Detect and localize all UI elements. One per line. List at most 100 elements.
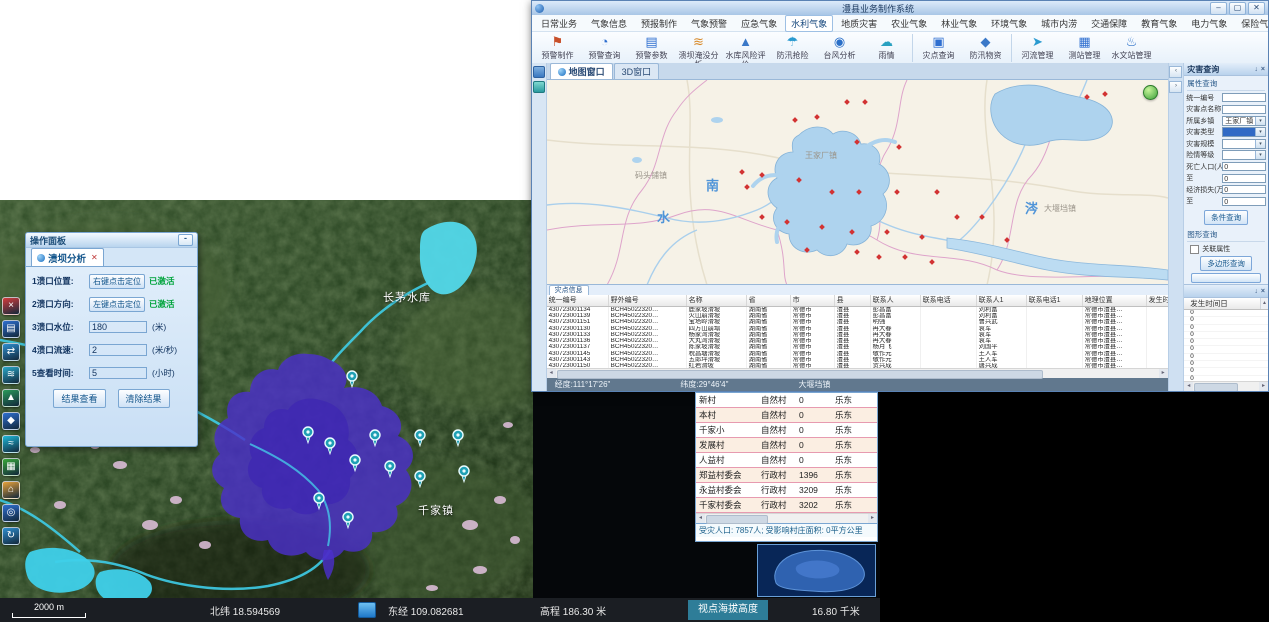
query-dropdown[interactable]: ▾ [1222, 127, 1266, 137]
query-dropdown[interactable]: ▾ [1222, 139, 1266, 149]
village-row[interactable]: 千家村委会行政村3202乐东 [696, 498, 877, 513]
menu-item-14[interactable]: 电力气象 [1185, 15, 1233, 32]
menu-item-2[interactable]: 气象信息 [585, 15, 633, 32]
toolbar-item-12[interactable]: ▦测站管理 [1061, 33, 1108, 60]
toolbar-item-11[interactable]: ➤河流管理 [1014, 33, 1061, 60]
table-tab[interactable]: 灾点信息 [547, 285, 1168, 295]
time-row[interactable]: 0 [1184, 317, 1268, 324]
village-row[interactable]: 发展村自然村0乐东 [696, 438, 877, 453]
time-row[interactable]: 0 [1184, 361, 1268, 368]
table-col-header[interactable]: 联系人 [871, 295, 921, 306]
chevron-down-icon[interactable]: ▾ [1255, 151, 1265, 159]
village-row[interactable]: 千家小自然村0乐东 [696, 423, 877, 438]
menu-item-11[interactable]: 城市内涝 [1035, 15, 1083, 32]
assoc-attr-checkbox-row[interactable]: 关联属性 [1190, 244, 1262, 254]
menu-item-15[interactable]: 保险气象 [1235, 15, 1269, 32]
terrain-icon[interactable]: ▲ [2, 389, 20, 407]
table-col-header[interactable]: 联系电话1 [1027, 295, 1083, 306]
village-row[interactable]: 郑益村委会行政村1396乐东 [696, 468, 877, 483]
dock-splitter[interactable]: ‹ › [1168, 63, 1185, 391]
pin-icon[interactable]: ↓ [1254, 66, 1258, 73]
grid-icon[interactable]: ▦ [2, 458, 20, 476]
village-row[interactable]: 新村自然村0乐东 [696, 393, 877, 408]
polygon-query-button[interactable]: 多边形查询 [1200, 256, 1252, 271]
toolbar-item-1[interactable]: ⚑预警制作 [534, 33, 581, 60]
time-hscrollbar[interactable]: ◂ ▸ [1184, 381, 1268, 391]
condition-search-button[interactable]: 条件查询 [1204, 210, 1248, 225]
dock-icon-teal[interactable] [533, 81, 545, 93]
time-row[interactable]: 0 [1184, 368, 1268, 375]
splitter-expand-icon[interactable]: › [1169, 81, 1182, 93]
op-value-input[interactable]: 2 [89, 344, 147, 356]
time-rows[interactable]: 0000000000 [1184, 310, 1268, 381]
table-col-header[interactable]: 联系人1 [977, 295, 1027, 306]
time-vscrollbar[interactable]: ▲ [1260, 298, 1268, 309]
maximize-button[interactable]: ▢ [1229, 2, 1246, 15]
chevron-down-icon[interactable]: ▾ [1255, 117, 1265, 125]
table-hscrollbar[interactable]: ◂ ▸ [547, 368, 1168, 378]
locate-icon[interactable]: ◎ [2, 504, 20, 522]
menu-item-9[interactable]: 林业气象 [935, 15, 983, 32]
menu-item-8[interactable]: 农业气象 [885, 15, 933, 32]
view-result-button[interactable]: 结果查看 [53, 389, 105, 408]
table-header[interactable]: 统一编号野外编号名称省市县联系人联系电话联系人1联系电话1地理位置发生时间年发生… [547, 295, 1168, 307]
query-dropdown[interactable]: 王家厂镇▾ [1222, 116, 1266, 126]
scroll-left-arrow[interactable]: ◂ [696, 514, 705, 523]
toolbar-item-10[interactable]: ◆防汛物资 [962, 33, 1009, 60]
village-row[interactable]: 本村自然村0乐东 [696, 408, 877, 423]
tab-close-icon[interactable]: ✕ [91, 253, 98, 262]
table-body[interactable]: 430723001134BCH45022320…鹿家坡滑坡湖南省常德市澧县彭昌富… [547, 307, 1168, 370]
table-col-header[interactable]: 野外编号 [609, 295, 687, 306]
toolbar-item-2[interactable]: ◔预警查询 [581, 33, 628, 60]
time-row[interactable]: 0 [1184, 332, 1268, 339]
toolbar-item-9[interactable]: ▣灾点查询 [915, 33, 962, 60]
minimize-button[interactable]: – [1210, 2, 1227, 15]
query-dropdown[interactable]: ▾ [1222, 150, 1266, 160]
home-icon[interactable]: ⌂ [2, 481, 20, 499]
village-table-hscrollbar[interactable]: ◂ ▸ [696, 513, 877, 523]
gis-titlebar[interactable]: 澧县业务制作系统 – ▢ ✕ [532, 1, 1268, 15]
tab-dam-break-analysis[interactable]: 溃坝分析 ✕ [31, 248, 104, 266]
status-locate-button[interactable] [358, 602, 376, 618]
query-input[interactable] [1222, 93, 1266, 102]
table-col-header[interactable]: 名称 [687, 295, 747, 306]
village-row[interactable]: 人益村自然村0乐东 [696, 453, 877, 468]
time-row[interactable]: 0 [1184, 310, 1268, 317]
time-row[interactable]: 0 [1184, 325, 1268, 332]
menu-item-12[interactable]: 交通保障 [1085, 15, 1133, 32]
checkbox-icon[interactable] [1190, 245, 1199, 254]
table-col-header[interactable]: 地理位置 [1083, 295, 1147, 306]
flood-analysis-icon[interactable]: ≋ [2, 366, 20, 384]
view-tab-1[interactable]: 地图窗口 [550, 63, 613, 79]
table-col-header[interactable]: 市 [791, 295, 835, 306]
close-tool-icon[interactable]: × [2, 297, 20, 315]
toolbar-item-8[interactable]: ☁雨情 [863, 33, 910, 60]
table-col-header[interactable]: 联系电话 [921, 295, 977, 306]
op-value-input[interactable]: 180 [89, 321, 147, 333]
left-dock-strip[interactable] [532, 63, 547, 391]
menu-item-1[interactable]: 日常业务 [535, 15, 583, 32]
menu-item-5[interactable]: 应急气象 [735, 15, 783, 32]
overview-minimap[interactable] [757, 544, 876, 597]
village-row[interactable]: 永益村委会行政村3209乐东 [696, 483, 877, 498]
table-col-header[interactable]: 省 [747, 295, 791, 306]
clipped-query-button[interactable] [1191, 273, 1261, 283]
operation-panel-titlebar[interactable]: 操作面板 - [26, 233, 197, 248]
village-table[interactable]: 新村自然村0乐东本村自然村0乐东千家小自然村0乐东发展村自然村0乐东人益村自然村… [696, 393, 877, 513]
section-icon[interactable]: ◆ [2, 412, 20, 430]
time-row[interactable]: 0 [1184, 346, 1268, 353]
menu-item-10[interactable]: 环境气象 [985, 15, 1033, 32]
toolbar-item-6[interactable]: ☂防汛抢险 [769, 33, 816, 60]
time-row[interactable]: 0 [1184, 339, 1268, 346]
query-input[interactable]: 0 [1222, 174, 1266, 183]
time-column-header[interactable]: 发生时间日 ▲ [1184, 298, 1268, 310]
menu-item-4[interactable]: 气象预警 [685, 15, 733, 32]
toolbar-item-13[interactable]: ♨水文站管理 [1108, 33, 1155, 60]
panel-close-icon[interactable]: × [1261, 66, 1265, 73]
query-input[interactable] [1222, 105, 1266, 114]
view-tab-2[interactable]: 3D窗口 [614, 63, 660, 79]
table-col-header[interactable]: 统一编号 [547, 295, 609, 306]
swap-view-icon[interactable]: ⇄ [2, 343, 20, 361]
scroll-right-arrow[interactable]: ▸ [868, 514, 877, 523]
op-value-input[interactable]: 5 [89, 367, 147, 379]
